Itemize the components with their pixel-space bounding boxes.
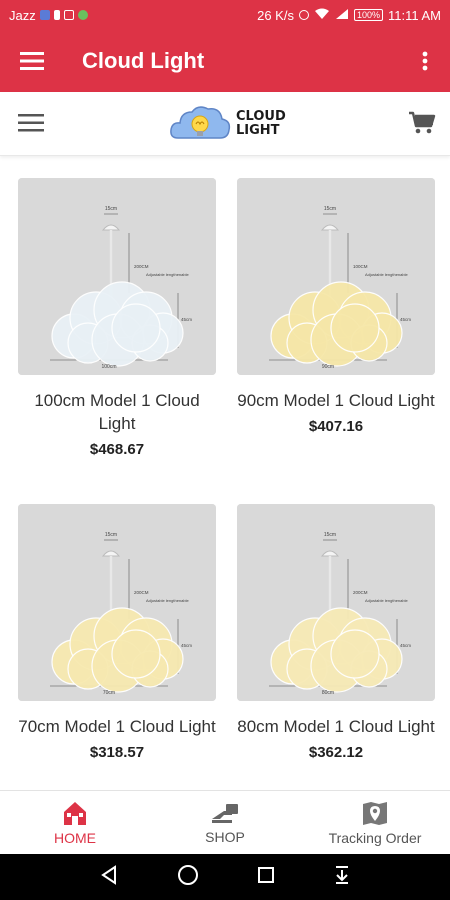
vpn-icon xyxy=(77,10,88,20)
cart-icon xyxy=(409,111,436,134)
download-arrow-icon xyxy=(336,865,348,884)
store-logo[interactable]: CLOUD LIGHT xyxy=(168,100,286,148)
wifi-icon xyxy=(314,8,330,23)
nav-tracking-order[interactable]: Tracking Order xyxy=(300,791,450,854)
battery-icon: 100% xyxy=(353,9,383,21)
product-image[interactable]: 15cm 200CM Adjustable lengthenable 45cm 70cm xyxy=(18,504,216,701)
categories-menu-button[interactable] xyxy=(18,112,44,134)
product-card[interactable]: 15cm 200CM Adjustable lengthenable 45cm 100c… xyxy=(18,178,216,458)
dimension-label: Adjustable lengthenable xyxy=(365,598,408,603)
system-nav-bar xyxy=(0,854,450,900)
back-triangle-icon xyxy=(101,864,116,885)
nav-tracking-label: Tracking Order xyxy=(328,829,422,846)
nav-home-label: HOME xyxy=(54,829,96,846)
product-grid: 15cm 200CM Adjustable lengthenable 45cm 100c… xyxy=(0,156,450,790)
app-bar: Cloud Light xyxy=(0,30,450,92)
dimension-label: 15cm xyxy=(324,532,336,538)
dimension-label: 200CM xyxy=(353,590,368,595)
product-name[interactable]: 90cm Model 1 Cloud Light xyxy=(237,389,435,412)
dimension-label: 200CM xyxy=(134,590,149,595)
cart-button[interactable] xyxy=(408,110,436,136)
back-button[interactable] xyxy=(99,864,119,890)
clock: 11:11 AM xyxy=(388,7,441,23)
net-speed: 26 K/s xyxy=(257,7,294,23)
shop-icon xyxy=(212,803,238,823)
dimension-label: 200CM xyxy=(134,264,149,269)
logo-line-1: CLOUD xyxy=(236,109,286,124)
product-name[interactable]: 80cm Model 1 Cloud Light xyxy=(237,715,435,738)
overflow-menu-button[interactable] xyxy=(400,30,450,92)
product-card[interactable]: 15cm 100CM Adjustable lengthenable 45cm 90cm… xyxy=(237,178,435,435)
dimension-label: 15cm xyxy=(105,532,117,538)
product-image[interactable]: 15cm 200CM Adjustable lengthenable 45cm 80cm xyxy=(237,504,435,701)
carrier-label: Jazz xyxy=(9,7,36,23)
nav-shop[interactable]: SHOP xyxy=(150,791,300,854)
logo-line-2: LIGHT xyxy=(236,123,280,138)
dimension-label: Adjustable lengthenable xyxy=(146,598,189,603)
dimension-label: 45cm xyxy=(400,643,411,648)
status-bar: Jazz 26 K/s 100% 11:11 AM xyxy=(0,0,450,30)
product-price: $407.16 xyxy=(308,418,364,435)
dimension-label: 100cm xyxy=(101,364,116,370)
home-icon xyxy=(64,801,86,825)
product-card[interactable]: 15cm 200CM Adjustable lengthenable 45cm 80cm… xyxy=(237,504,435,761)
recents-button[interactable] xyxy=(257,866,275,889)
mail-icon xyxy=(63,10,74,20)
nav-home[interactable]: HOME xyxy=(0,791,150,854)
dimension-label: Adjustable lengthenable xyxy=(146,272,189,277)
dimension-label: 45cm xyxy=(181,317,192,322)
product-price: $468.67 xyxy=(89,441,145,458)
cloud-bulb-logo-icon xyxy=(170,106,231,139)
dimension-label: 100CM xyxy=(353,264,368,269)
product-image[interactable]: 15cm 200CM Adjustable lengthenable 45cm 100c… xyxy=(18,178,216,375)
dimension-label: 70cm xyxy=(103,690,115,696)
kebab-icon xyxy=(422,51,428,71)
hamburger-icon xyxy=(18,114,44,132)
notification-pull-button[interactable] xyxy=(333,865,351,890)
product-image[interactable]: 15cm 100CM Adjustable lengthenable 45cm 90cm xyxy=(237,178,435,375)
mute-icon xyxy=(298,10,309,20)
product-price: $362.12 xyxy=(308,744,364,761)
dimension-label: 15cm xyxy=(324,206,336,212)
usb-icon xyxy=(53,10,60,20)
product-price: $318.57 xyxy=(89,744,145,761)
battery-level: 100% xyxy=(356,10,380,20)
map-pin-icon xyxy=(363,801,387,825)
dimension-label: Adjustable lengthenable xyxy=(365,272,408,277)
dimension-label: 80cm xyxy=(322,690,334,696)
square-recents-icon xyxy=(258,866,274,883)
nav-shop-label: SHOP xyxy=(205,828,245,845)
bottom-nav: HOME SHOP Tracking Order xyxy=(0,790,450,854)
dimension-label: 90cm xyxy=(322,364,334,370)
store-header: CLOUD LIGHT xyxy=(0,92,450,156)
signal-icon xyxy=(335,8,349,23)
drawer-menu-button[interactable] xyxy=(0,30,64,92)
hamburger-icon xyxy=(20,52,44,70)
app-title: Cloud Light xyxy=(82,48,205,73)
shield-icon xyxy=(39,10,50,20)
circle-home-icon xyxy=(178,864,198,885)
dimension-label: 45cm xyxy=(181,643,192,648)
dimension-label: 15cm xyxy=(105,206,117,212)
product-name[interactable]: 100cm Model 1 Cloud Light xyxy=(18,389,216,435)
product-name[interactable]: 70cm Model 1 Cloud Light xyxy=(18,715,216,738)
product-card[interactable]: 15cm 200CM Adjustable lengthenable 45cm 70cm… xyxy=(18,504,216,761)
home-button[interactable] xyxy=(177,864,199,891)
dimension-label: 45cm xyxy=(400,317,411,322)
